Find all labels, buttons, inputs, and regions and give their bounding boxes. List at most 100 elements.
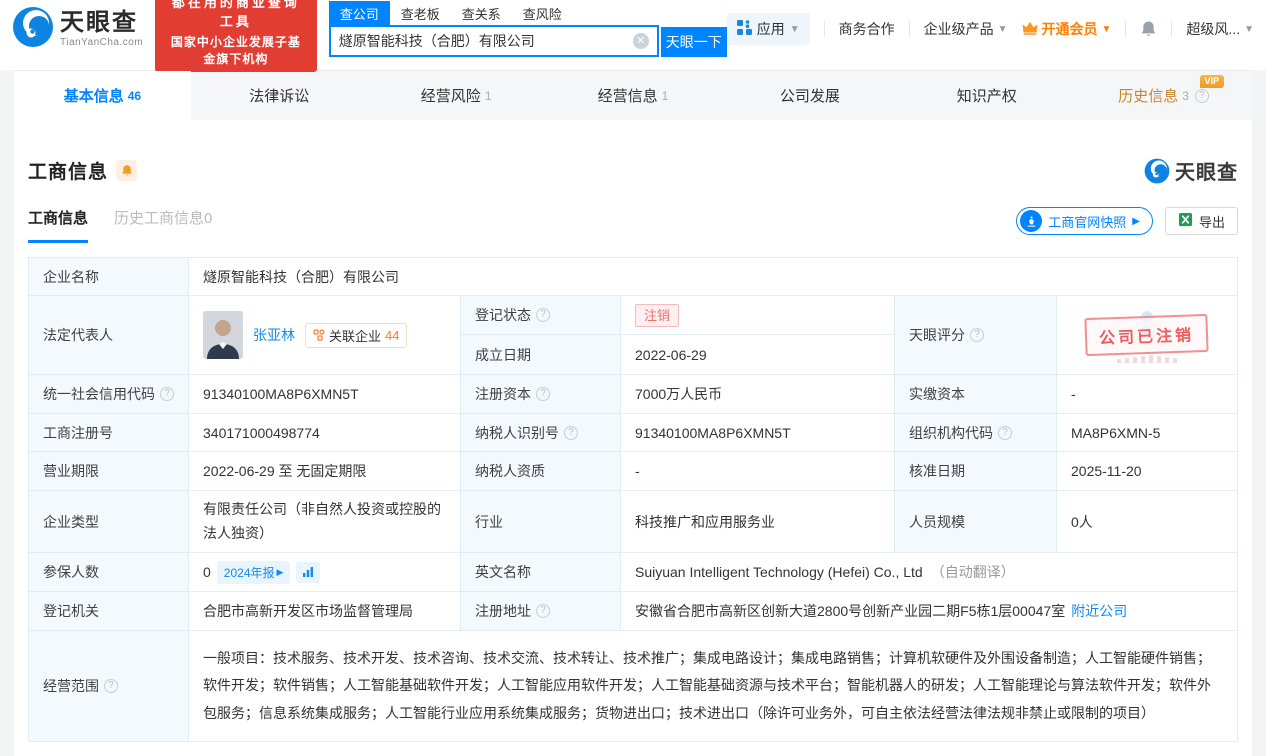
- subtab-business-info[interactable]: 工商信息: [28, 207, 89, 243]
- tab-operation-info[interactable]: 经营信息 1: [545, 71, 722, 120]
- subtab-history-business-info[interactable]: 历史工商信息0: [114, 207, 212, 243]
- menu-super-risk[interactable]: 超级风... ▼: [1186, 19, 1254, 39]
- field-value-business-term: 2022-06-29 至 无固定期限: [189, 452, 461, 491]
- divider: [823, 21, 825, 37]
- search-tab-company[interactable]: 查公司: [328, 1, 390, 25]
- divider: [1125, 21, 1127, 37]
- field-value-establish-date: 2022-06-29: [621, 335, 895, 375]
- help-icon[interactable]: ?: [104, 678, 118, 693]
- field-value-tianyan-score: 公司已注销: [1057, 296, 1238, 375]
- legal-rep-name-link[interactable]: 张亚林: [253, 325, 295, 345]
- official-snapshot-button[interactable]: 工商官网快照 ▶: [1016, 207, 1153, 235]
- snapshot-label: 工商官网快照: [1048, 214, 1127, 230]
- tab-label: 公司发展: [779, 88, 840, 105]
- chevron-down-icon: ▼: [997, 23, 1008, 35]
- field-label-registered-address: 注册地址?: [461, 592, 621, 631]
- field-label-paid-capital: 实缴资本: [895, 375, 1057, 414]
- divider: [1171, 21, 1173, 37]
- watermark-logo: 天眼查: [1144, 156, 1238, 185]
- legal-rep-avatar[interactable]: [203, 311, 243, 359]
- field-label-approval-date: 核准日期: [895, 452, 1057, 491]
- annual-report-label: 2024年报: [223, 565, 275, 580]
- arrow-right-icon: ▶: [1132, 215, 1140, 227]
- tab-label: 经营信息: [597, 88, 658, 105]
- field-label-insured-count: 参保人数: [29, 553, 189, 592]
- menu-enterprise[interactable]: 企业级产品 ▼: [924, 19, 1008, 39]
- field-value-approval-date: 2025-11-20: [1057, 452, 1238, 491]
- help-icon[interactable]: ?: [564, 425, 578, 440]
- tab-operation-risk[interactable]: 经营风险 1: [368, 71, 545, 120]
- field-label-registration-status: 登记状态?: [461, 296, 621, 335]
- status-badge: 注销: [635, 303, 680, 327]
- field-label-english-name: 英文名称: [461, 553, 621, 592]
- related-count: 44: [385, 327, 400, 343]
- logo-swirl-icon: [12, 6, 54, 53]
- chevron-down-icon: ▼: [789, 23, 800, 35]
- tab-company-development[interactable]: 公司发展: [721, 71, 898, 120]
- help-icon[interactable]: ?: [536, 308, 550, 322]
- field-value-insured-count: 0 2024年报 ▶: [189, 553, 461, 592]
- tab-basic-info[interactable]: 基本信息 46: [14, 71, 191, 120]
- apps-label: 应用: [756, 21, 785, 37]
- field-label-registration-authority: 登记机关: [29, 592, 189, 631]
- field-label-company-type: 企业类型: [29, 491, 189, 553]
- logo-swirl-icon: [1144, 158, 1170, 183]
- divider: [908, 21, 910, 37]
- org-chart-icon: [313, 329, 325, 341]
- field-label-establish-date: 成立日期: [461, 335, 621, 375]
- help-icon[interactable]: ?: [160, 387, 174, 401]
- clear-search-icon[interactable]: ✕: [632, 33, 649, 49]
- insured-trend-icon[interactable]: [296, 561, 321, 583]
- field-value-taxpayer-qualification: -: [621, 452, 895, 491]
- nearby-companies-link[interactable]: 附近公司: [1071, 601, 1127, 621]
- company-cancelled-stamp: 公司已注销: [1084, 313, 1210, 357]
- help-icon[interactable]: ?: [970, 328, 984, 342]
- field-label-taxpayer-id: 纳税人识别号?: [461, 414, 621, 452]
- section-title: 工商信息: [28, 162, 109, 183]
- help-icon[interactable]: ?: [536, 387, 550, 401]
- bell-icon: [1142, 21, 1156, 36]
- search-tab-relation[interactable]: 查关系: [451, 1, 512, 25]
- search-type-tabs: 查公司 查老板 查关系 查风险: [328, 1, 659, 27]
- search-input[interactable]: [330, 33, 633, 49]
- field-value-registration-number: 340171000498774: [189, 414, 461, 452]
- related-companies-badge[interactable]: 关联企业 44: [305, 322, 408, 348]
- promo-banner: 都在用的商业查询工具 国家中小企业发展子基金旗下机构: [155, 0, 317, 72]
- help-icon[interactable]: ?: [1194, 88, 1209, 103]
- field-label-uscc: 统一社会信用代码?: [29, 375, 189, 414]
- search-box: ✕: [328, 27, 659, 57]
- field-label-tianyan-score: 天眼评分?: [895, 296, 1057, 375]
- field-value-taxpayer-id: 91340100MA8P6XMN5T: [621, 414, 895, 452]
- field-value-business-scope: 一般项目：技术服务、技术开发、技术咨询、技术交流、技术转让、技术推广；集成电路设…: [189, 631, 1238, 742]
- help-icon[interactable]: ?: [998, 425, 1012, 440]
- field-label-registration-number: 工商注册号: [29, 414, 189, 452]
- top-header: 天眼查 TianYanCha.com 都在用的商业查询工具 国家中小企业发展子基…: [0, 0, 1266, 72]
- auto-translate-note: （自动翻译）: [930, 564, 1015, 580]
- tab-label: 知识产权: [956, 88, 1017, 105]
- tab-history-info[interactable]: VIP 历史信息 3 ?: [1075, 71, 1252, 120]
- field-value-registered-address: 安徽省合肥市高新区创新大道2800号创新产业园二期F5栋1层00047室 附近公司: [621, 592, 1238, 631]
- field-label-org-code: 组织机构代码?: [895, 414, 1057, 452]
- menu-cooperation[interactable]: 商务合作: [839, 19, 895, 39]
- crown-icon: [1022, 21, 1038, 38]
- tab-legal-lawsuits[interactable]: 法律诉讼: [191, 71, 368, 120]
- export-button[interactable]: 导出: [1164, 207, 1238, 235]
- tab-label: 历史信息: [1118, 88, 1179, 105]
- annual-report-badge[interactable]: 2024年报 ▶: [216, 560, 291, 584]
- menu-open-vip[interactable]: 开通会员 ▼: [1022, 19, 1111, 39]
- tab-count: 3: [1182, 88, 1189, 103]
- apps-menu[interactable]: 应用 ▼: [726, 13, 810, 45]
- subscribe-bell-icon[interactable]: [116, 160, 138, 181]
- search-tab-risk[interactable]: 查风险: [512, 1, 573, 25]
- tianyancha-logo[interactable]: 天眼查 TianYanCha.com: [12, 6, 143, 53]
- stamp-icon: [1020, 210, 1043, 232]
- field-value-registration-authority: 合肥市高新开发区市场监督管理局: [189, 592, 461, 631]
- search-tab-boss[interactable]: 查老板: [390, 1, 451, 25]
- help-icon[interactable]: ?: [536, 604, 550, 618]
- field-value-company-name: 燧原智能科技（合肥）有限公司: [189, 258, 1238, 296]
- search-button[interactable]: 天眼一下: [660, 27, 727, 57]
- tab-count: 46: [127, 88, 142, 103]
- tab-intellectual-property[interactable]: 知识产权: [898, 71, 1075, 120]
- notifications-bell[interactable]: [1140, 20, 1157, 38]
- field-label-registered-capital: 注册资本?: [461, 375, 621, 414]
